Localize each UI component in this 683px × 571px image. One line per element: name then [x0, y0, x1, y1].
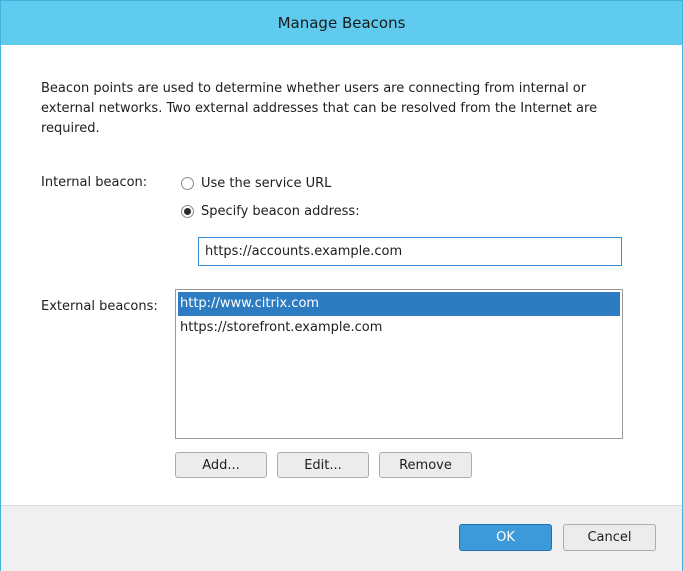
dialog-title: Manage Beacons — [277, 14, 406, 32]
ok-button[interactable]: OK — [459, 524, 552, 551]
internal-beacon-label: Internal beacon: — [41, 175, 148, 190]
external-beacons-label: External beacons: — [41, 299, 158, 314]
radio-button-checked[interactable] — [181, 205, 194, 218]
radio-specify-beacon-address[interactable]: Specify beacon address: — [181, 204, 360, 219]
edit-button[interactable]: Edit... — [277, 452, 369, 478]
beacon-address-input[interactable] — [198, 237, 622, 266]
dialog-footer: OK Cancel — [1, 505, 682, 571]
remove-button[interactable]: Remove — [379, 452, 472, 478]
radio-dot-icon — [184, 208, 191, 215]
cancel-button[interactable]: Cancel — [563, 524, 656, 551]
external-beacons-list[interactable]: http://www.citrix.com https://storefront… — [175, 289, 623, 439]
manage-beacons-dialog: Manage Beacons Beacon points are used to… — [0, 0, 683, 571]
radio-specify-beacon-address-label: Specify beacon address: — [201, 204, 360, 219]
radio-use-service-url[interactable]: Use the service URL — [181, 176, 331, 191]
title-bar[interactable]: Manage Beacons — [1, 1, 682, 45]
radio-use-service-url-label: Use the service URL — [201, 176, 332, 191]
list-item[interactable]: http://www.citrix.com — [178, 292, 620, 316]
list-item[interactable]: https://storefront.example.com — [178, 316, 620, 340]
add-button[interactable]: Add... — [175, 452, 267, 478]
intro-text: Beacon points are used to determine whet… — [41, 81, 598, 136]
radio-button-unchecked[interactable] — [181, 177, 194, 190]
